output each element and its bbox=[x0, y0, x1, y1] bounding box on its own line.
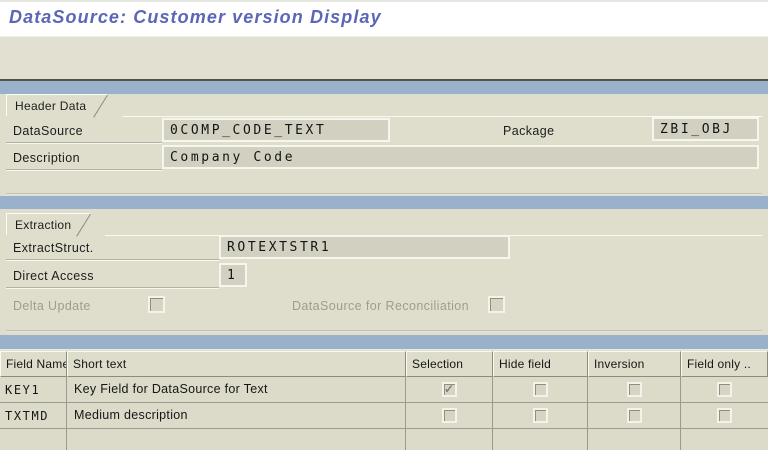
extract-struct-label: ExtractStruct. bbox=[13, 241, 94, 255]
field-only-cell bbox=[681, 403, 768, 429]
hide-field-cell bbox=[493, 377, 588, 403]
selection-cell bbox=[406, 377, 493, 403]
field-name-cell: TXTMD bbox=[0, 403, 67, 429]
empty-cell bbox=[681, 429, 768, 450]
reconciliation-checkbox[interactable] bbox=[488, 296, 505, 313]
direct-access-field[interactable]: 1 bbox=[219, 263, 247, 287]
empty-cell bbox=[493, 429, 588, 450]
inversion-cell bbox=[588, 377, 681, 403]
header-data-group: Header Data DataSource 0COMP_CODE_TEXT P… bbox=[6, 94, 762, 195]
field-name-cell: KEY1 bbox=[0, 377, 67, 403]
delta-update-checkbox[interactable] bbox=[148, 296, 165, 313]
inversion-checkbox[interactable] bbox=[627, 382, 642, 397]
row-underline bbox=[6, 169, 162, 170]
column-header-hide-field[interactable]: Hide field bbox=[493, 351, 588, 377]
empty-cell bbox=[67, 429, 406, 450]
hide-field-checkbox[interactable] bbox=[533, 408, 548, 423]
sap-window: DataSource: Customer version Display Hea… bbox=[0, 0, 768, 450]
group-bottom-edge bbox=[6, 193, 762, 195]
selection-cell bbox=[406, 403, 493, 429]
column-header-field-name[interactable]: Field Name bbox=[0, 351, 67, 377]
row-underline bbox=[6, 287, 219, 288]
hide-field-checkbox[interactable] bbox=[533, 382, 548, 397]
package-label: Package bbox=[503, 124, 554, 138]
description-label: Description bbox=[13, 151, 80, 165]
column-header-inversion[interactable]: Inversion bbox=[588, 351, 681, 377]
empty-cell bbox=[406, 429, 493, 450]
group-bottom-edge bbox=[6, 330, 762, 332]
table-row: KEY1 Key Field for DataSource for Text bbox=[0, 377, 768, 403]
inversion-cell bbox=[588, 403, 681, 429]
short-text-cell: Medium description bbox=[67, 403, 406, 429]
field-only-cell bbox=[681, 377, 768, 403]
separator-band-top bbox=[0, 81, 768, 94]
row-underline bbox=[6, 142, 162, 143]
datasource-field[interactable]: 0COMP_CODE_TEXT bbox=[162, 118, 390, 142]
row-underline bbox=[6, 259, 219, 260]
inversion-checkbox[interactable] bbox=[627, 408, 642, 423]
description-field[interactable]: Company Code bbox=[162, 145, 759, 169]
separator-band-middle bbox=[0, 196, 768, 209]
field-table: Field Name Short text Selection Hide fie… bbox=[0, 351, 768, 450]
reconciliation-label: DataSource for Reconciliation bbox=[292, 299, 469, 313]
header-data-tab: Header Data bbox=[6, 94, 107, 116]
application-toolbar bbox=[0, 36, 768, 81]
title-bar: DataSource: Customer version Display bbox=[0, 0, 768, 36]
field-only-checkbox[interactable] bbox=[717, 382, 732, 397]
hide-field-cell bbox=[493, 403, 588, 429]
empty-cell bbox=[0, 429, 67, 450]
datasource-label: DataSource bbox=[13, 124, 83, 138]
column-header-short-text[interactable]: Short text bbox=[67, 351, 406, 377]
field-only-checkbox[interactable] bbox=[717, 408, 732, 423]
short-text-cell: Key Field for DataSource for Text bbox=[67, 377, 406, 403]
direct-access-label: Direct Access bbox=[13, 269, 94, 283]
package-field[interactable]: ZBI_OBJ bbox=[652, 117, 759, 141]
empty-cell bbox=[588, 429, 681, 450]
delta-update-label: Delta Update bbox=[13, 299, 91, 313]
extraction-group: Extraction ExtractStruct. ROTEXTSTR1 Dir… bbox=[6, 213, 762, 332]
table-header-row: Field Name Short text Selection Hide fie… bbox=[0, 351, 768, 377]
extract-struct-field[interactable]: ROTEXTSTR1 bbox=[219, 235, 510, 259]
column-header-field-only[interactable]: Field only .. bbox=[681, 351, 768, 377]
column-header-selection[interactable]: Selection bbox=[406, 351, 493, 377]
selection-checkbox[interactable] bbox=[442, 382, 457, 397]
selection-checkbox[interactable] bbox=[442, 408, 457, 423]
table-row: TXTMD Medium description bbox=[0, 403, 768, 429]
table-empty-row bbox=[0, 429, 768, 450]
separator-band-bottom bbox=[0, 335, 768, 350]
page-title: DataSource: Customer version Display bbox=[9, 7, 382, 28]
